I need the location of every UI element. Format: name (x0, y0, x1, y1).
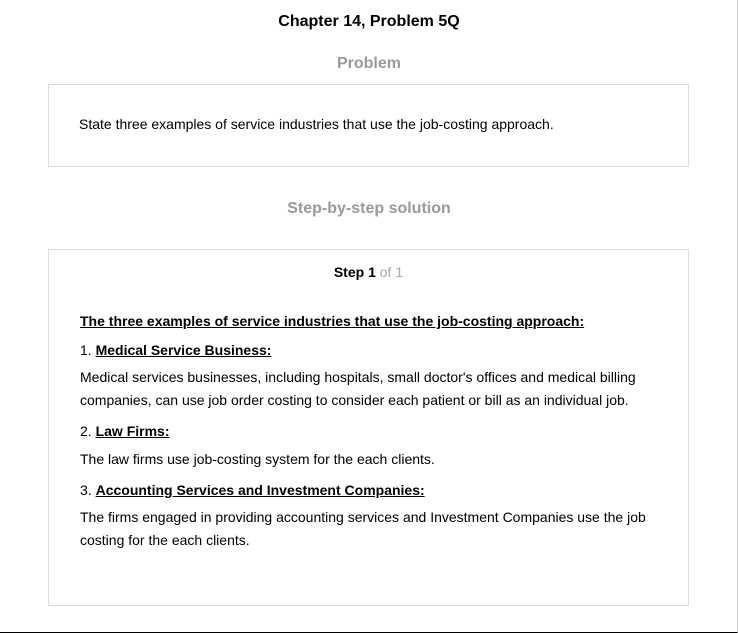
list-item-text: The firms engaged in providing accountin… (80, 509, 646, 548)
list-item-number: 3. (80, 482, 92, 498)
list-item-text: The law firms use job-costing system for… (80, 451, 435, 467)
list-item-title: 2. Law Firms: (80, 422, 169, 440)
list-item-heading: Law Firms: (95, 423, 170, 439)
problem-box: State three examples of service industri… (48, 84, 689, 167)
step-label: Step (333, 264, 365, 280)
step-number: 1 (368, 264, 376, 280)
chapter-title: Chapter 14, Problem 5Q (278, 13, 460, 30)
list-item-title: 1. Medical Service Business: (80, 341, 271, 359)
solution-heading: Step-by-step solution (287, 200, 451, 217)
step-header: Step 1 of 1 (49, 263, 688, 281)
problem-heading: Problem (336, 55, 401, 72)
list-item-text: Medical services businesses, including h… (80, 369, 636, 408)
step-total: 1 (395, 264, 404, 280)
list-item-heading: Medical Service Business: (95, 342, 272, 358)
list-item-number: 2. (80, 423, 92, 439)
list-item-number: 1. (80, 342, 92, 358)
solution-intro-heading: The three examples of service industries… (80, 313, 585, 329)
list-item-heading: Accounting Services and Investment Compa… (95, 482, 425, 498)
list-item-title: 3. Accounting Services and Investment Co… (80, 481, 425, 499)
solution-box: Step 1 of 1 The three examples of servic… (48, 249, 689, 606)
step-of-label: of (379, 264, 392, 280)
problem-text: State three examples of service industri… (79, 116, 554, 132)
